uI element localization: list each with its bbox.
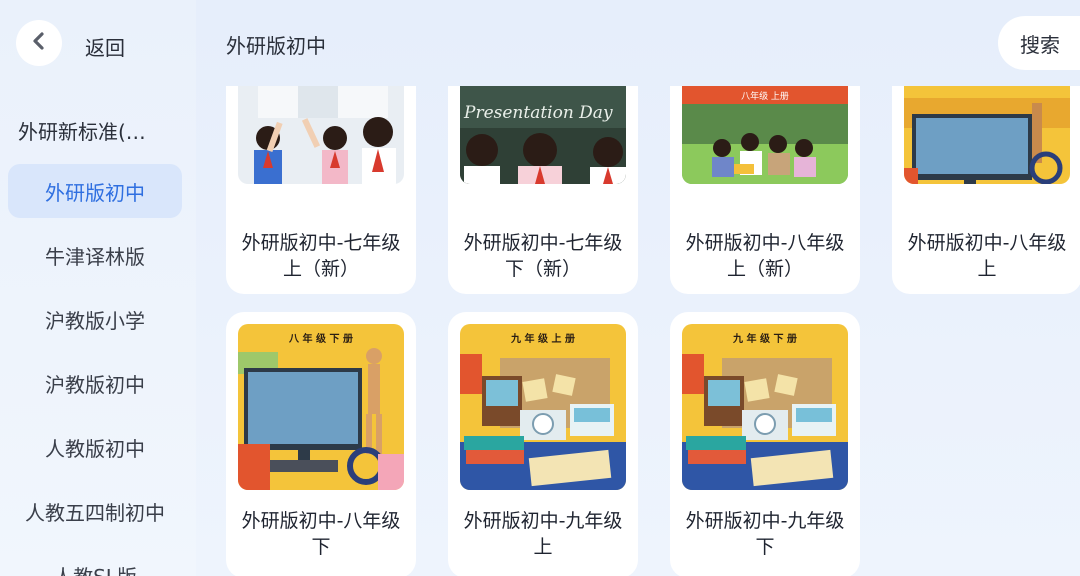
- cover-text: 九 年 级 上 册: [510, 332, 575, 345]
- book-title: 外研版初中-八年级上（新）: [685, 232, 845, 280]
- search-label: 搜索: [1020, 32, 1060, 57]
- book-card[interactable]: 外研版初中-八年级上: [892, 86, 1080, 294]
- chevron-left-icon: [31, 31, 47, 55]
- sidebar-item-wyb-chuzhong[interactable]: 外研版初中: [8, 164, 182, 218]
- book-card[interactable]: 外研版初中-七年级上（新）: [226, 86, 416, 294]
- cover-text: Presentation Day: [463, 103, 613, 123]
- sidebar-item-hujiao-chuzhong[interactable]: 沪教版初中: [8, 356, 182, 410]
- search-button[interactable]: 搜索: [998, 16, 1080, 70]
- book-title: 外研版初中-七年级上（新）: [241, 232, 401, 280]
- back-label[interactable]: 返回: [85, 32, 125, 61]
- book-cover: 八年级 上册: [682, 86, 848, 184]
- book-cover: [238, 86, 404, 184]
- sidebar-item-hujiao-xiaoxue[interactable]: 沪教版小学: [8, 292, 182, 346]
- sidebar-item-niujin-yilin[interactable]: 牛津译林版: [8, 228, 182, 282]
- book-grid: 外研版初中-七年级上（新） Presentation Day 外研版初中-七年级…: [196, 86, 1080, 576]
- book-title: 外研版初中-九年级下: [685, 510, 845, 558]
- back-button[interactable]: [16, 20, 62, 66]
- book-title: 外研版初中-九年级上: [463, 510, 623, 558]
- book-cover: [904, 86, 1070, 184]
- book-title: 外研版初中-七年级下（新）: [463, 232, 623, 280]
- book-cover: 九 年 级 上 册: [460, 324, 626, 490]
- series-title[interactable]: 外研新标准(…: [18, 116, 146, 145]
- cover-text: 九 年 级 下 册: [732, 332, 797, 345]
- book-card[interactable]: 八 年 级 下 册 外研版初中-八年级下: [226, 312, 416, 576]
- book-title: 外研版初中-八年级下: [241, 510, 401, 558]
- sidebar-item-renjiao-chuzhong[interactable]: 人教版初中: [8, 420, 182, 474]
- app-root: 返回 外研新标准(… 外研版初中 牛津译林版 沪教版小学 沪教版初中 人教版初中…: [0, 0, 1080, 576]
- book-cover: 九 年 级 下 册: [682, 324, 848, 490]
- book-cover: 八 年 级 下 册: [238, 324, 404, 490]
- sidebar: 返回 外研新标准(… 外研版初中 牛津译林版 沪教版小学 沪教版初中 人教版初中…: [0, 0, 196, 576]
- page-title: 外研版初中: [226, 34, 326, 58]
- book-card[interactable]: 九 年 级 上 册 外研版初中-九年级上: [448, 312, 638, 576]
- sidebar-item-renjiao-wusi[interactable]: 人教五四制初中: [8, 484, 182, 538]
- cover-text: 八 年 级 下 册: [288, 332, 353, 345]
- cover-text: 八年级 上册: [741, 90, 789, 102]
- book-cover: Presentation Day: [460, 86, 626, 184]
- sidebar-item-renjiao-sl[interactable]: 人教SL版: [8, 548, 182, 576]
- book-card[interactable]: 九 年 级 下 册 外研版初中-九年级下: [670, 312, 860, 576]
- book-card[interactable]: Presentation Day 外研版初中-七年级下（新）: [448, 86, 638, 294]
- book-title: 外研版初中-八年级上: [907, 232, 1067, 280]
- book-card[interactable]: 八年级 上册 外研版初中-八年级上（新）: [670, 86, 860, 294]
